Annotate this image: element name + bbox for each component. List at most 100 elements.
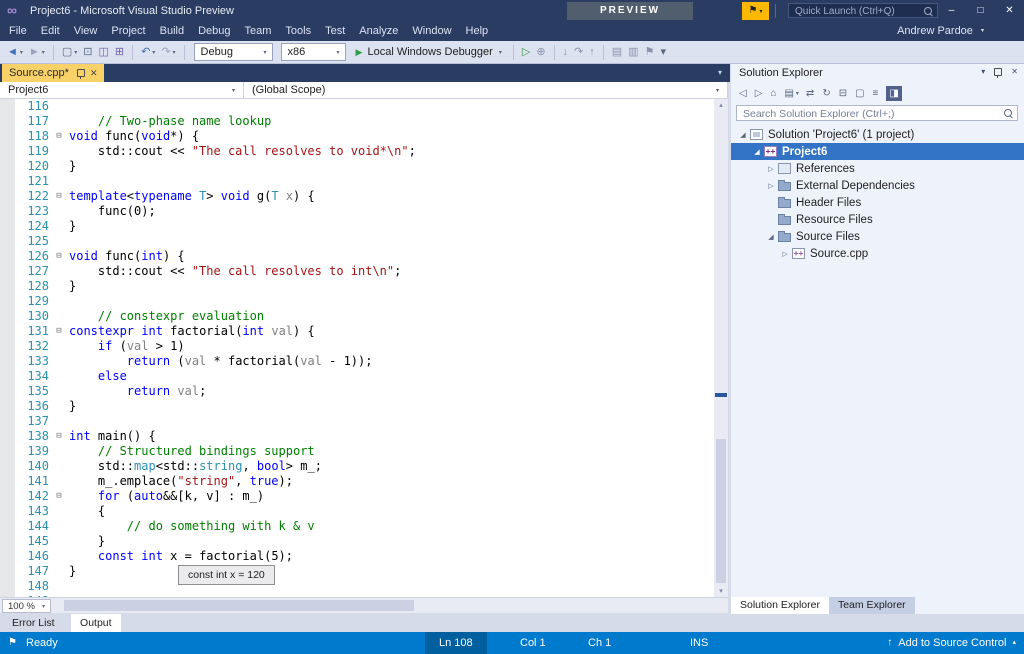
expander-icon[interactable]: ▷: [779, 250, 791, 258]
switch-views-icon-caret[interactable]: ▾: [796, 90, 799, 97]
tree-item-project6[interactable]: ◢++Project6: [731, 143, 1024, 160]
document-list-icon[interactable]: ▾: [718, 68, 722, 77]
menu-debug[interactable]: Debug: [191, 22, 237, 41]
step-into-icon[interactable]: ↓: [563, 45, 569, 59]
breakpoint-margin[interactable]: [0, 99, 15, 597]
scope-dropdown[interactable]: (Global Scope) ▾: [244, 82, 728, 98]
tab-source-cpp[interactable]: Source.cpp* ✕: [2, 64, 104, 82]
tree-item-header-files[interactable]: Header Files: [731, 194, 1024, 211]
show-all-files-icon[interactable]: ▢: [855, 87, 864, 100]
solution-explorer-search-input[interactable]: Search Solution Explorer (Ctrl+;): [736, 105, 1018, 121]
fold-marker-icon[interactable]: ⊟: [49, 324, 69, 339]
tab-team-explorer[interactable]: Team Explorer: [829, 597, 915, 614]
fold-marker-icon[interactable]: ⊟: [49, 489, 69, 504]
collapse-all-icon[interactable]: ⊟: [839, 87, 847, 100]
menu-help[interactable]: Help: [459, 22, 496, 41]
start-debugging-button[interactable]: ▶ Local Windows Debugger ▾: [356, 46, 502, 58]
save-icon[interactable]: ◫: [98, 45, 108, 59]
expander-icon[interactable]: ▷: [765, 182, 777, 190]
sync-with-active-document-icon[interactable]: ⇄: [806, 87, 814, 100]
add-to-source-control-button[interactable]: ↑ Add to Source Control ▴: [887, 632, 1016, 654]
redo-icon[interactable]: ↷: [161, 45, 170, 59]
quick-launch-input[interactable]: Quick Launch (Ctrl+Q): [788, 3, 938, 18]
expander-icon[interactable]: ▷: [765, 165, 777, 173]
caret-position-marker: [715, 393, 727, 397]
undo-icon-caret[interactable]: ▾: [152, 49, 155, 56]
expander-icon[interactable]: ◢: [765, 233, 777, 241]
fold-margin: [49, 294, 69, 309]
open-file-icon[interactable]: ⊡: [83, 45, 92, 59]
menu-project[interactable]: Project: [104, 22, 152, 41]
bookmark-icon[interactable]: ⚑: [645, 45, 655, 59]
step-over-icon[interactable]: ↷: [574, 45, 583, 59]
menu-tools[interactable]: Tools: [278, 22, 318, 41]
attach-to-process-icon[interactable]: ⊕: [536, 45, 545, 59]
start-without-debugging-icon[interactable]: ▷: [522, 45, 530, 59]
navigate-forward-icon[interactable]: ►: [29, 45, 40, 59]
feedback-button[interactable]: ⚑ ▾: [742, 2, 769, 20]
menu-file[interactable]: File: [2, 22, 34, 41]
navigate-back-icon[interactable]: ◄: [7, 45, 18, 59]
tree-item-source-files[interactable]: ◢Source Files: [731, 228, 1024, 245]
scroll-down-icon[interactable]: ▾: [714, 587, 728, 595]
scrollbar-thumb[interactable]: [716, 439, 726, 583]
fold-marker-icon[interactable]: ⊟: [49, 249, 69, 264]
switch-views-icon[interactable]: ▤: [784, 87, 793, 100]
fold-marker-icon[interactable]: ⊟: [49, 429, 69, 444]
menu-view[interactable]: View: [67, 22, 105, 41]
preview-selected-items-icon[interactable]: ◨: [886, 86, 901, 101]
fold-marker-icon[interactable]: ⊟: [49, 189, 69, 204]
refresh-icon[interactable]: ↻: [822, 87, 830, 100]
close-button[interactable]: ✕: [995, 0, 1024, 22]
redo-icon-caret[interactable]: ▾: [173, 49, 176, 56]
minimize-button[interactable]: –: [937, 0, 966, 22]
titlebar-separator: [775, 4, 776, 18]
window-position-icon[interactable]: ▾: [981, 67, 985, 76]
menu-team[interactable]: Team: [238, 22, 279, 41]
expander-icon[interactable]: ◢: [751, 148, 763, 156]
expander-icon[interactable]: ◢: [737, 131, 749, 139]
menu-analyze[interactable]: Analyze: [352, 22, 405, 41]
tab-error-list[interactable]: Error List: [3, 614, 64, 632]
editor-vertical-scrollbar[interactable]: ▴ ▾: [714, 99, 728, 597]
zoom-control[interactable]: 100 % ▾: [2, 599, 51, 613]
tree-item-external-dependencies[interactable]: ▷External Dependencies: [731, 177, 1024, 194]
new-file-icon[interactable]: ▢: [62, 45, 72, 59]
navigate-back-icon[interactable]: ◁: [739, 87, 747, 100]
tree-item-resource-files[interactable]: Resource Files: [731, 211, 1024, 228]
menu-build[interactable]: Build: [153, 22, 191, 41]
scroll-up-icon[interactable]: ▴: [714, 101, 728, 109]
project-dropdown[interactable]: Project6 ▾: [0, 82, 244, 98]
tab-output[interactable]: Output: [71, 614, 121, 632]
new-file-icon-caret[interactable]: ▾: [74, 49, 77, 56]
step-out-icon[interactable]: ↑: [589, 45, 595, 59]
solution-configurations-dropdown[interactable]: Debug ▾: [194, 43, 273, 61]
save-all-icon[interactable]: ⊞: [115, 45, 124, 59]
pin-icon[interactable]: [77, 69, 85, 77]
fold-marker-icon[interactable]: ⊟: [49, 129, 69, 144]
navigate-back-icon-caret[interactable]: ▾: [20, 49, 23, 56]
undo-icon[interactable]: ↶: [141, 45, 150, 59]
toolbar-options-icon[interactable]: ▾: [660, 45, 666, 59]
uncomment-icon[interactable]: ▥: [628, 45, 638, 59]
home-icon[interactable]: ⌂: [770, 87, 776, 100]
menu-window[interactable]: Window: [405, 22, 458, 41]
menu-edit[interactable]: Edit: [34, 22, 67, 41]
solution-platforms-dropdown[interactable]: x86 ▾: [281, 43, 346, 61]
tree-item-references[interactable]: ▷References: [731, 160, 1024, 177]
tab-solution-explorer[interactable]: Solution Explorer: [731, 597, 829, 614]
user-menu[interactable]: Andrew Pardoe ▾: [897, 22, 984, 41]
tree-item-source-cpp[interactable]: ▷++Source.cpp: [731, 245, 1024, 262]
close-panel-icon[interactable]: ✕: [1011, 67, 1018, 76]
code-editor[interactable]: 116117 // Two-phase name lookup118⊟void …: [0, 99, 714, 597]
navigate-forward-icon[interactable]: ▷: [755, 87, 763, 100]
close-tab-icon[interactable]: ✕: [90, 68, 98, 79]
navigate-forward-icon-caret[interactable]: ▾: [42, 49, 45, 56]
comment-icon[interactable]: ▤: [612, 45, 622, 59]
tree-item-solution-project6-1-project[interactable]: ◢Solution 'Project6' (1 project): [731, 126, 1024, 143]
horizontal-scrollbar-thumb[interactable]: [64, 600, 414, 611]
properties-icon[interactable]: ≡: [873, 87, 879, 100]
pin-icon[interactable]: [994, 68, 1002, 76]
menu-test[interactable]: Test: [318, 22, 352, 41]
restore-button[interactable]: □: [966, 0, 995, 22]
